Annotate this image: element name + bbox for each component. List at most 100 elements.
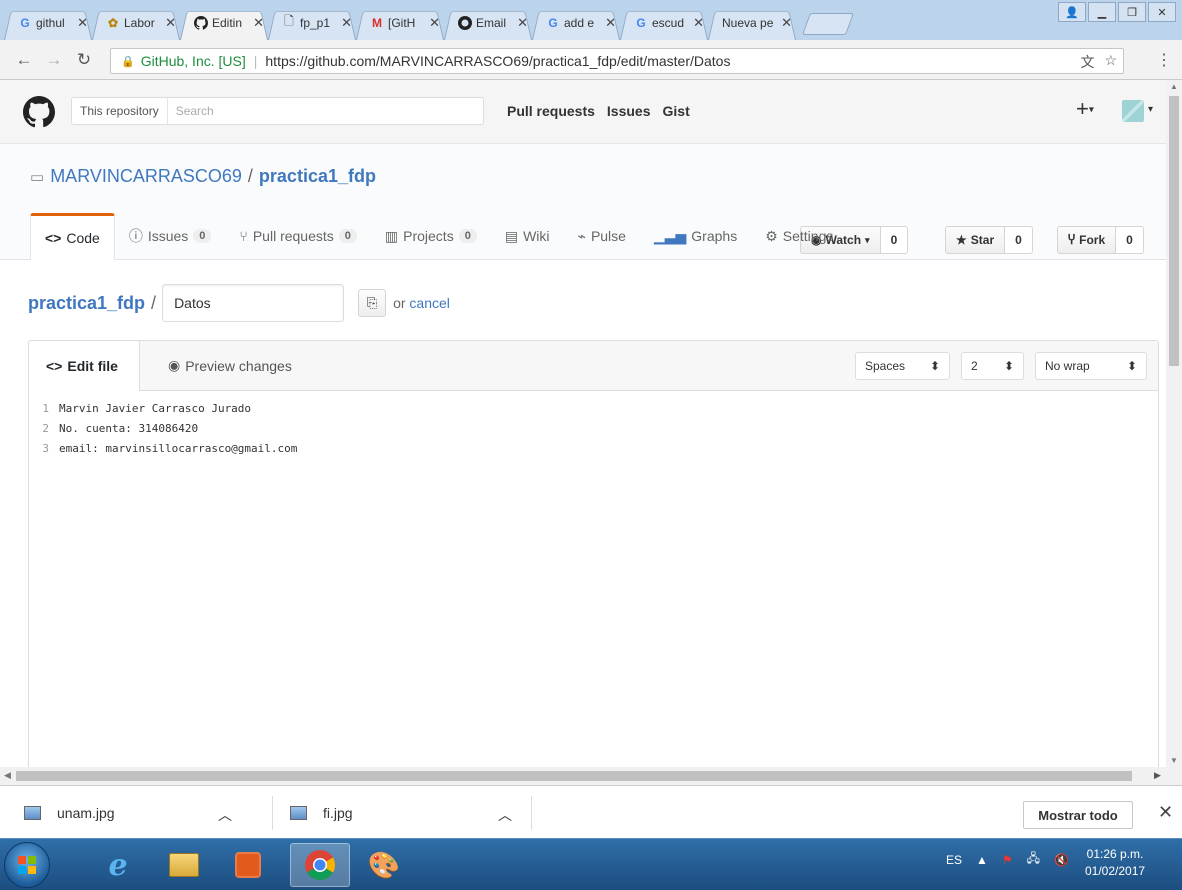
download-item[interactable]: fi.jpg [290, 786, 353, 839]
bookmark-star-icon[interactable]: ☆ [1104, 52, 1117, 72]
internet-explorer-icon[interactable]: e [88, 843, 148, 887]
chevron-up-icon[interactable]: ︿ [218, 805, 232, 825]
repo-title: ▭ MARVINCARRASCO69 / practica1_fdp [30, 166, 376, 187]
nav-issues[interactable]: Issues [607, 103, 651, 119]
fork-button[interactable]: Ⴤ Fork [1057, 226, 1117, 254]
close-icon[interactable]: ✕ [693, 15, 704, 31]
scroll-left-icon[interactable]: ◀ [4, 770, 11, 781]
chrome-menu-icon[interactable]: ⋮ [1156, 50, 1172, 70]
cancel-link[interactable]: cancel [409, 295, 449, 311]
browser-tab[interactable]: G add e ✕ [528, 5, 624, 40]
language-indicator[interactable]: ES [946, 853, 962, 867]
address-bar[interactable]: 🔒 GitHub, Inc. [US] | https://github.com… [110, 48, 1124, 74]
media-player-icon[interactable] [218, 843, 278, 887]
tab-settings[interactable]: ⚙ Settings [751, 213, 847, 259]
code-area[interactable]: 1 Marvin Javier Carrasco Jurado 2 No. cuen… [29, 391, 1158, 458]
tab-code[interactable]: <> Code [30, 213, 115, 260]
tab-pulse[interactable]: ⌁ Pulse [564, 213, 640, 259]
fork-count[interactable]: 0 [1116, 226, 1144, 254]
scroll-right-icon[interactable]: ▶ [1154, 770, 1161, 781]
close-icon[interactable]: ✕ [77, 15, 88, 31]
network-icon[interactable]: 🖧 [1027, 849, 1040, 870]
volume-muted-icon[interactable]: 🔇 [1054, 853, 1069, 867]
browser-tab[interactable]: M [GitH ✕ [352, 5, 448, 40]
show-all-button[interactable]: Mostrar todo [1023, 801, 1133, 829]
close-icon[interactable]: ✕ [1158, 802, 1173, 823]
browser-tab[interactable]: Nueva pe ✕ [704, 5, 800, 40]
create-new-icon[interactable]: +▾ [1076, 96, 1094, 122]
file-explorer-icon[interactable] [154, 843, 214, 887]
nav-pull-requests[interactable]: Pull requests [507, 103, 595, 119]
close-icon[interactable]: ✕ [781, 15, 792, 31]
indent-size-select[interactable]: 2 ⬍ [961, 352, 1024, 380]
tab-wiki[interactable]: ▤ Wiki [491, 213, 564, 259]
tab-edit-file[interactable]: <> Edit file [28, 340, 140, 391]
clipboard-icon[interactable]: ⎘ [358, 289, 387, 317]
back-icon[interactable]: ← [12, 50, 36, 70]
browser-tab[interactable]: Email ✕ [440, 5, 536, 40]
breadcrumb-repo-link[interactable]: practica1_fdp [28, 293, 145, 314]
watch-count[interactable]: 0 [880, 226, 909, 254]
browser-tab[interactable]: ✿ Labor ✕ [88, 5, 184, 40]
code-icon: <> [46, 358, 63, 374]
new-tab-button[interactable] [806, 13, 850, 35]
user-icon[interactable]: 👤 [1058, 2, 1086, 22]
translate-icon[interactable]: 文 [1080, 52, 1094, 72]
tab-preview-changes[interactable]: ◉ Preview changes [152, 340, 308, 391]
scroll-thumb[interactable] [1169, 96, 1179, 366]
github-logo-icon[interactable] [23, 96, 55, 128]
tab-pull-requests[interactable]: ⑂ Pull requests 0 [225, 213, 370, 259]
scroll-thumb[interactable] [16, 771, 1132, 781]
restore-icon[interactable]: ❐ [1118, 2, 1146, 22]
search-input[interactable]: This repository Search [71, 97, 484, 125]
nav-gist[interactable]: Gist [663, 103, 690, 119]
horizontal-scrollbar[interactable]: ◀ ▶ [0, 767, 1182, 785]
indent-mode-select[interactable]: Spaces ⬍ [855, 352, 950, 380]
star-button[interactable]: ★ Star [945, 226, 1006, 254]
project-icon: ▥ [384, 227, 399, 244]
download-item[interactable]: unam.jpg [24, 786, 115, 839]
browser-tab[interactable]: G githul ✕ [0, 5, 96, 40]
close-icon[interactable]: ✕ [165, 15, 176, 31]
close-icon[interactable]: ✕ [341, 15, 352, 31]
start-button[interactable] [4, 842, 50, 888]
chrome-taskbar-icon[interactable] [290, 843, 350, 887]
browser-tab[interactable]: 🗋 fp_p1 ✕ [264, 5, 360, 40]
forward-icon[interactable]: → [42, 50, 66, 70]
reload-icon[interactable]: ↻ [72, 50, 96, 70]
filename-input[interactable]: Datos [162, 284, 345, 322]
repo-name-link[interactable]: practica1_fdp [259, 166, 376, 187]
close-icon[interactable]: ✕ [605, 15, 616, 31]
minimize-icon[interactable]: ▁ [1088, 2, 1116, 22]
tab-title: githul [36, 15, 65, 30]
close-icon[interactable]: ✕ [429, 15, 440, 31]
show-hidden-icons-icon[interactable]: ▲ [976, 853, 988, 867]
close-window-icon[interactable]: ✕ [1148, 2, 1176, 22]
line-number: 3 [42, 441, 49, 455]
download-shelf: unam.jpg ︿ fi.jpg ︿ Mostrar todo ✕ [0, 785, 1182, 838]
close-icon[interactable]: ✕ [517, 15, 528, 31]
browser-tab[interactable]: G escud ✕ [616, 5, 712, 40]
tab-graphs[interactable]: ▁▃▅ Graphs [640, 213, 751, 259]
tab-projects[interactable]: ▥ Projects 0 [371, 213, 491, 259]
tab-title: add e [564, 15, 595, 30]
star-count[interactable]: 0 [1005, 226, 1033, 254]
close-icon[interactable]: ✕ [253, 15, 264, 31]
chevron-up-icon[interactable]: ︿ [498, 805, 512, 825]
vertical-scrollbar[interactable]: ▲ ▼ [1166, 80, 1182, 767]
browser-tab-active[interactable]: Editin ✕ [176, 5, 272, 40]
pulse-icon: ⌁ [577, 227, 586, 244]
github-icon [458, 15, 472, 30]
avatar[interactable] [1122, 100, 1144, 122]
scroll-up-icon[interactable]: ▲ [1170, 82, 1178, 91]
browser-toolbar: ← → ↻ 🔒 GitHub, Inc. [US] | https://gith… [0, 40, 1182, 80]
tab-issues[interactable]: ⓘ Issues 0 [115, 213, 226, 259]
action-center-icon[interactable]: ⚑ [1002, 853, 1013, 867]
paint-icon[interactable]: 🎨 [354, 843, 414, 887]
chevron-down-icon[interactable]: ▾ [1148, 104, 1153, 115]
system-clock[interactable]: 01:26 p.m. 01/02/2017 [1085, 846, 1145, 880]
file-editor: <> Edit file ◉ Preview changes Spaces ⬍ 2 ⬍ … [28, 340, 1159, 767]
scroll-down-icon[interactable]: ▼ [1170, 756, 1178, 765]
repo-owner-link[interactable]: MARVINCARRASCO69 [50, 166, 242, 187]
wrap-mode-select[interactable]: No wrap ⬍ [1035, 352, 1147, 380]
